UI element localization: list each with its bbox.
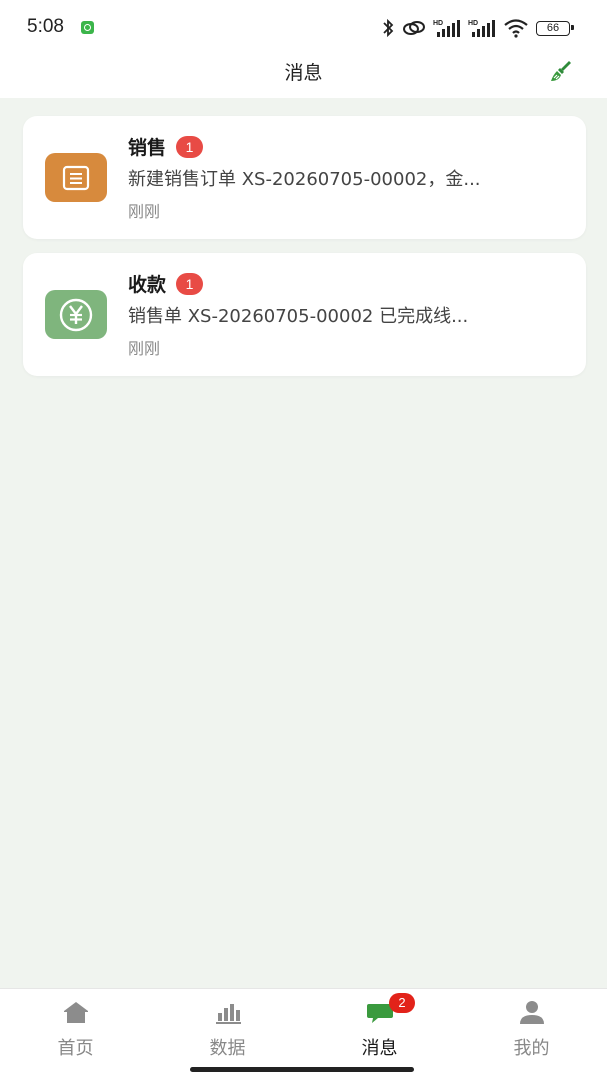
card-time: 刚刚: [128, 339, 161, 358]
wifi-icon: [504, 19, 528, 38]
tab-messages[interactable]: 2 消息: [304, 989, 455, 1069]
yen-icon: [59, 298, 93, 331]
status-time: 5:08: [27, 16, 64, 37]
tab-label: 数据: [209, 1038, 246, 1059]
home-icon: [63, 1002, 88, 1023]
tab-label: 我的: [513, 1038, 550, 1059]
tab-profile[interactable]: 我的: [456, 989, 607, 1069]
card-title: 销售: [128, 137, 167, 159]
svg-text:HD: HD: [468, 20, 478, 27]
tab-label: 消息: [361, 1038, 398, 1059]
link-icon: [403, 21, 425, 35]
bluetooth-icon: [383, 18, 394, 38]
signal-hd-icon: HD: [468, 20, 495, 37]
battery-icon: 66: [536, 20, 574, 36]
broom-icon[interactable]: [549, 59, 573, 83]
card-time: 刚刚: [128, 202, 161, 221]
navigation-bar: 消息: [0, 54, 607, 98]
tab-data[interactable]: 数据: [152, 989, 303, 1069]
message-card-sales[interactable]: 销售 1 新建销售订单 XS-20260705-00002，金... 刚刚: [23, 116, 586, 239]
svg-text:HD: HD: [433, 20, 443, 27]
unread-badge: 1: [176, 135, 204, 158]
tab-label: 首页: [57, 1038, 94, 1059]
home-indicator: [190, 1067, 414, 1072]
status-icons: HD HD 66: [381, 17, 574, 39]
message-card-payment[interactable]: 收款 1 销售单 XS-20260705-00002 已完成线... 刚刚: [23, 253, 586, 376]
card-title: 收款: [128, 274, 167, 296]
page-title: 消息: [284, 62, 323, 84]
unread-badge: 1: [176, 272, 204, 295]
app-notification-icon: [81, 21, 94, 34]
tab-home[interactable]: 首页: [0, 989, 151, 1069]
card-title-row: 收款 1: [128, 270, 204, 297]
message-list: 销售 1 新建销售订单 XS-20260705-00002，金... 刚刚 收款…: [23, 116, 586, 390]
user-icon: [519, 1001, 544, 1024]
document-icon: [62, 165, 90, 190]
status-bar: 5:08 HD HD 66: [0, 0, 607, 54]
payment-icon-tile: [45, 290, 107, 339]
card-description: 新建销售订单 XS-20260705-00002，金...: [128, 169, 481, 190]
card-description: 销售单 XS-20260705-00002 已完成线...: [128, 306, 469, 327]
signal-hd-icon: HD: [433, 20, 460, 37]
card-title-row: 销售 1: [128, 133, 204, 160]
sales-icon-tile: [45, 153, 107, 202]
tab-badge: 2: [389, 993, 415, 1013]
bar-chart-icon: [215, 1004, 241, 1024]
